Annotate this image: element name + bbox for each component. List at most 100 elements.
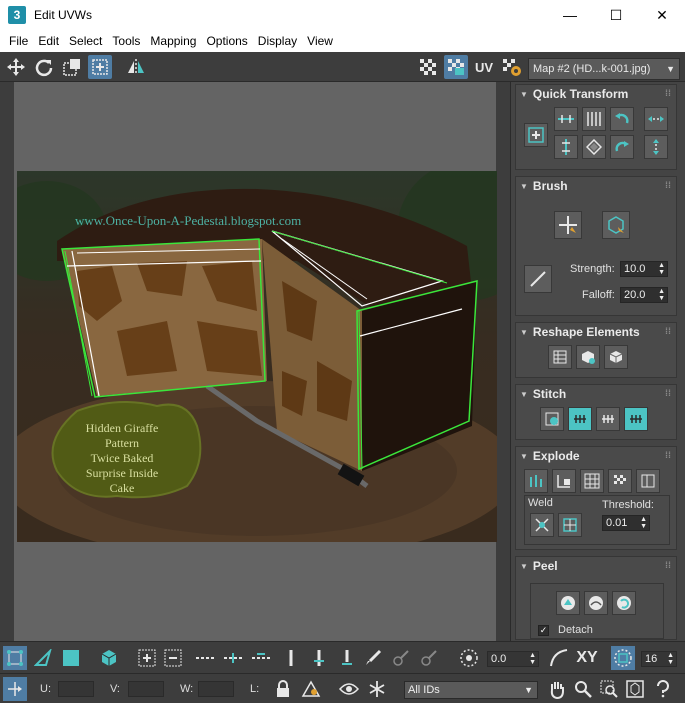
paint-move-icon[interactable] xyxy=(554,211,582,239)
pan-hand-icon[interactable] xyxy=(545,677,569,701)
quick-peel-icon[interactable] xyxy=(556,591,580,615)
freeform-icon[interactable] xyxy=(88,55,112,79)
close-button[interactable]: ✕ xyxy=(639,0,685,30)
shrink-selection-icon[interactable] xyxy=(161,646,185,670)
zoom-region-icon[interactable] xyxy=(597,677,621,701)
quick-transform-header[interactable]: ▼ Quick Transform ⁞⁞ xyxy=(516,85,676,103)
help-icon[interactable] xyxy=(651,677,675,701)
ring-select-icon[interactable] xyxy=(279,646,303,670)
zoom-extents-icon[interactable] xyxy=(623,677,647,701)
element-mode-icon[interactable] xyxy=(97,646,121,670)
uv-toggle[interactable]: UV xyxy=(472,55,496,79)
weld-target-icon[interactable] xyxy=(530,513,554,537)
show-map-icon[interactable] xyxy=(444,55,468,79)
strength-spinner[interactable]: 10.0 ▲ ▼ xyxy=(620,261,668,277)
eye-icon[interactable] xyxy=(337,677,361,701)
v-field[interactable] xyxy=(128,681,164,697)
maximize-button[interactable]: ☐ xyxy=(593,0,639,30)
reshape-header[interactable]: ▼ Reshape Elements ⁞⁞ xyxy=(516,323,676,341)
rotation-icon[interactable] xyxy=(457,646,481,670)
menu-file[interactable]: File xyxy=(4,34,33,48)
menu-options[interactable]: Options xyxy=(201,34,252,48)
ring-shrink-icon[interactable] xyxy=(335,646,359,670)
mirror-icon[interactable] xyxy=(124,55,148,79)
menu-mapping[interactable]: Mapping xyxy=(145,34,201,48)
threshold-spinner[interactable]: 0.01 ▲ ▼ xyxy=(602,515,650,531)
show-hidden-edges-icon[interactable] xyxy=(299,677,323,701)
map-select[interactable]: Map #2 (HD...k-001.jpg) ▼ xyxy=(528,58,680,80)
transform-mode-icon[interactable] xyxy=(3,677,27,701)
menu-view[interactable]: View xyxy=(302,34,338,48)
menu-display[interactable]: Display xyxy=(253,34,302,48)
grow-selection-icon[interactable] xyxy=(135,646,159,670)
face-mode-icon[interactable] xyxy=(59,646,83,670)
break-icon[interactable] xyxy=(524,469,548,493)
paint-shrink-icon[interactable] xyxy=(417,646,441,670)
rotate-cw-icon[interactable] xyxy=(610,135,634,159)
weld-selected-icon[interactable] xyxy=(558,513,582,537)
flatten-icon[interactable] xyxy=(608,469,632,493)
relax-icon[interactable] xyxy=(576,345,600,369)
align-to-edge-icon[interactable] xyxy=(582,135,606,159)
menu-select[interactable]: Select xyxy=(64,34,107,48)
rotate-ccw-icon[interactable] xyxy=(610,107,634,131)
peel-mode-icon[interactable] xyxy=(584,591,608,615)
edge-mode-icon[interactable] xyxy=(31,646,55,670)
stitch-source-icon[interactable] xyxy=(624,407,648,431)
loop-grow-icon[interactable] xyxy=(221,646,245,670)
soft-selection-icon[interactable] xyxy=(547,646,571,670)
w-field[interactable] xyxy=(198,681,234,697)
set-pivot-icon[interactable] xyxy=(524,123,548,147)
detach-edge-verts-icon[interactable] xyxy=(552,469,576,493)
loop-select-icon[interactable] xyxy=(193,646,217,670)
checker-pattern-icon[interactable] xyxy=(416,55,440,79)
relax-settings-icon[interactable] xyxy=(604,345,628,369)
ids-select[interactable]: All IDs ▼ xyxy=(404,681,538,699)
stitch-target-icon[interactable] xyxy=(568,407,592,431)
vertex-mode-icon[interactable] xyxy=(3,646,27,670)
zoom-icon[interactable] xyxy=(571,677,595,701)
loop-shrink-icon[interactable] xyxy=(249,646,273,670)
rotation-spinner[interactable]: 0.0 ▲ ▼ xyxy=(487,651,539,667)
paint-select-icon[interactable] xyxy=(361,646,385,670)
explode-options-icon[interactable] xyxy=(636,469,660,493)
scale-icon[interactable] xyxy=(60,55,84,79)
rotate-icon[interactable] xyxy=(32,55,56,79)
grid-spinner[interactable]: 16 ▲ ▼ xyxy=(641,651,677,667)
xy-toggle[interactable]: XY xyxy=(574,646,600,670)
flip-horizontal-icon[interactable] xyxy=(644,107,668,131)
relax-brush-icon[interactable] xyxy=(602,211,630,239)
watermark-text: www.Once-Upon-A-Pedestal.blogspot.com xyxy=(75,213,302,228)
lock-icon[interactable] xyxy=(271,677,295,701)
flip-vertical-icon[interactable] xyxy=(644,135,668,159)
explode-title: Explode xyxy=(532,449,580,463)
peel-rollout: ▼ Peel ⁞⁞ ✓ Detach xyxy=(515,556,677,640)
straighten-icon[interactable] xyxy=(548,345,572,369)
menu-edit[interactable]: Edit xyxy=(33,34,64,48)
menu-tools[interactable]: Tools xyxy=(107,34,145,48)
snowflake-icon[interactable] xyxy=(365,677,389,701)
viewport-scrollbar[interactable] xyxy=(496,82,510,641)
stitch-header[interactable]: ▼ Stitch ⁞⁞ xyxy=(516,385,676,403)
paint-grow-icon[interactable] xyxy=(389,646,413,670)
detach-checkbox[interactable]: ✓ xyxy=(538,625,549,636)
u-field[interactable] xyxy=(58,681,94,697)
brush-header[interactable]: ▼ Brush ⁞⁞ xyxy=(516,177,676,195)
tools-panel: ▼ Quick Transform ⁞⁞ ▼ Brush ⁞⁞ Strength… xyxy=(510,82,685,641)
stitch-custom-icon[interactable] xyxy=(540,407,564,431)
brush-falloff-icon[interactable] xyxy=(524,265,552,293)
grid-snap-icon[interactable] xyxy=(611,646,635,670)
minimize-button[interactable]: — xyxy=(547,0,593,30)
align-vertical-icon[interactable] xyxy=(554,135,578,159)
space-horizontal-icon[interactable] xyxy=(582,107,606,131)
explode-header[interactable]: ▼ Explode ⁞⁞ xyxy=(516,447,676,465)
stitch-average-icon[interactable] xyxy=(596,407,620,431)
explode-grid-icon[interactable] xyxy=(580,469,604,493)
peel-reset-icon[interactable] xyxy=(612,591,636,615)
peel-header[interactable]: ▼ Peel ⁞⁞ xyxy=(516,557,676,575)
falloff-spinner[interactable]: 20.0 ▲ ▼ xyxy=(620,287,668,303)
move-icon[interactable] xyxy=(4,55,28,79)
align-horizontal-icon[interactable] xyxy=(554,107,578,131)
ring-grow-icon[interactable] xyxy=(307,646,331,670)
texture-settings-icon[interactable] xyxy=(500,55,524,79)
